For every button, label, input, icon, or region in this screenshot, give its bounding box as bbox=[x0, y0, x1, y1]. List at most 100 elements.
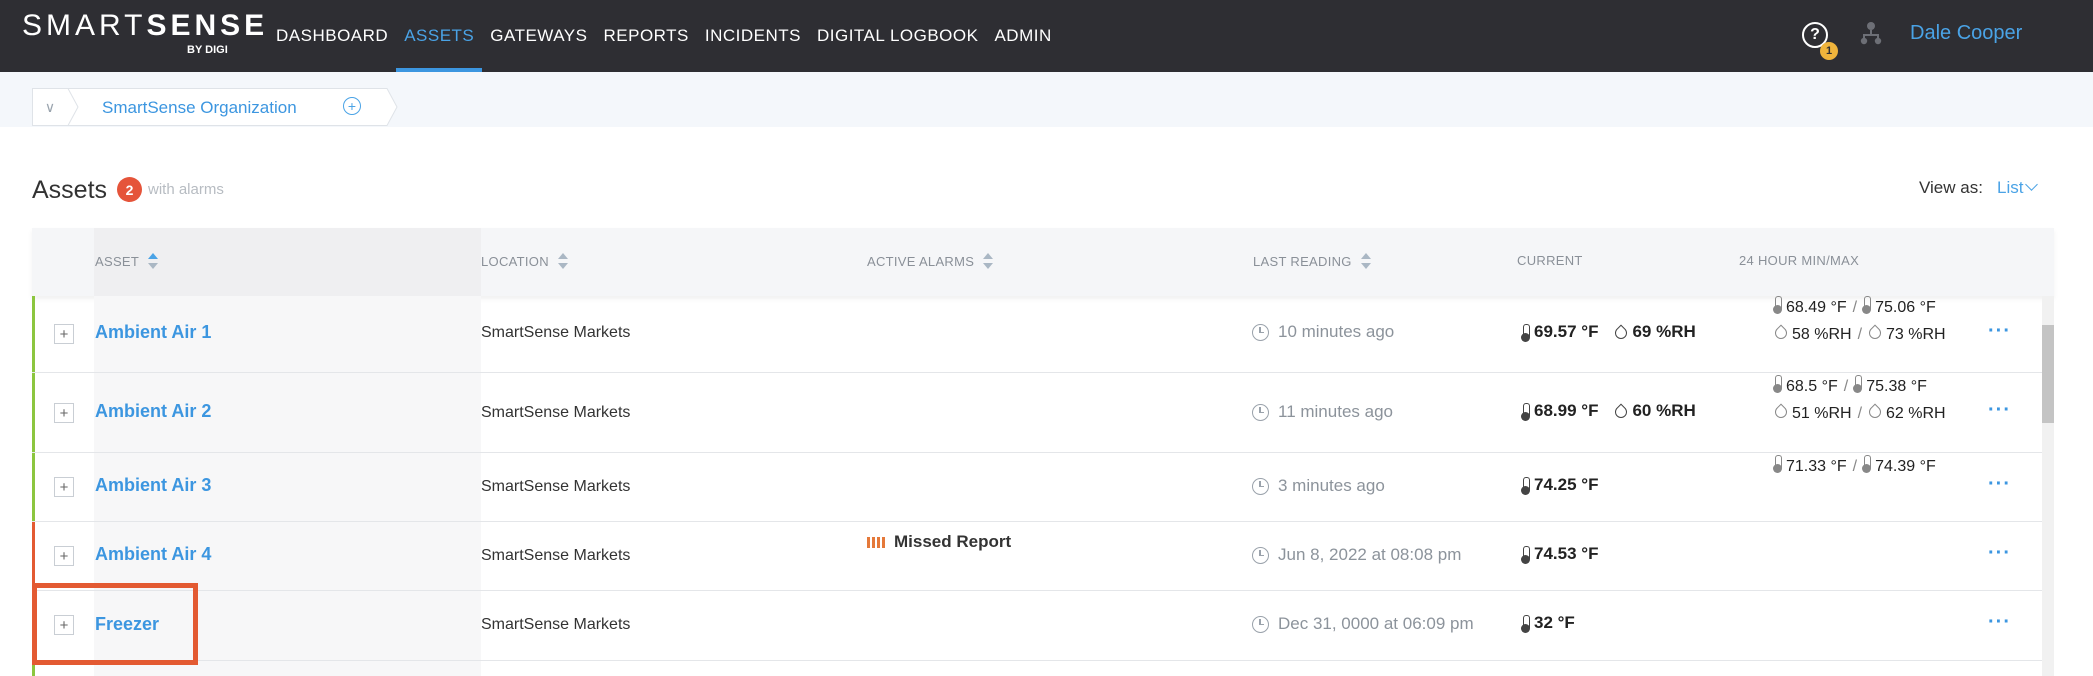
humidity-icon bbox=[1774, 404, 1786, 418]
status-stripe bbox=[32, 453, 35, 521]
last-reading: Jun 8, 2022 at 08:08 pm bbox=[1252, 545, 1461, 565]
thermometer-icon bbox=[1521, 615, 1530, 633]
view-as-value: List bbox=[1997, 178, 2024, 197]
nav-digital-logbook[interactable]: DIGITAL LOGBOOK bbox=[809, 0, 986, 72]
nav-dashboard[interactable]: DASHBOARD bbox=[268, 0, 396, 72]
current-humidity: 60 %RH bbox=[1632, 401, 1696, 420]
column-label: 24 HOUR MIN/MAX bbox=[1739, 253, 1860, 268]
current-reading: 74.53 °F bbox=[1521, 544, 1598, 564]
nav-incidents[interactable]: INCIDENTS bbox=[697, 0, 809, 72]
sort-icon bbox=[1360, 253, 1371, 269]
expand-row-button[interactable]: + bbox=[54, 324, 74, 344]
thermometer-icon bbox=[1862, 455, 1872, 473]
more-options-icon[interactable]: ··· bbox=[1988, 399, 2011, 422]
asset-location: SmartSense Markets bbox=[481, 547, 631, 564]
column-header-current: CURRENT bbox=[1517, 253, 1583, 268]
more-options-icon[interactable]: ··· bbox=[1988, 611, 2011, 634]
asset-location: SmartSense Markets bbox=[481, 404, 631, 421]
last-reading-text: 10 minutes ago bbox=[1278, 322, 1395, 341]
breadcrumb-collapse-icon[interactable]: ∨ bbox=[32, 88, 68, 126]
more-options-icon[interactable]: ··· bbox=[1988, 542, 2011, 565]
breadcrumb: ∨ SmartSense Organization + bbox=[32, 88, 398, 126]
breadcrumb-organization[interactable]: SmartSense Organization bbox=[102, 98, 297, 118]
column-header-active-alarms[interactable]: ACTIVE ALARMS bbox=[867, 253, 994, 269]
current-reading: 32 °F bbox=[1521, 613, 1575, 633]
min-temp: 68.49 °F bbox=[1786, 299, 1847, 316]
humidity-icon bbox=[1614, 404, 1626, 418]
user-menu[interactable]: Dale Cooper bbox=[1910, 22, 2022, 45]
current-temp: 68.99 °F bbox=[1534, 401, 1599, 420]
last-reading-text: Dec 31, 0000 at 06:09 pm bbox=[1278, 614, 1474, 633]
chevron-down-icon bbox=[2025, 178, 2039, 191]
max-humidity: 62 %RH bbox=[1886, 405, 1946, 422]
add-location-icon[interactable]: + bbox=[343, 97, 361, 115]
expand-row-button[interactable]: + bbox=[54, 477, 74, 497]
alarm-label: Missed Report bbox=[894, 532, 1012, 551]
minmax-reading: 71.33 °F / 74.39 °F bbox=[1773, 453, 1936, 480]
table-row[interactable]: + Ambient Air 2 SmartSense Markets 11 mi… bbox=[32, 373, 2042, 453]
table-row[interactable]: + Freezer SmartSense Markets Dec 31, 000… bbox=[32, 591, 2042, 661]
column-header-location[interactable]: LOCATION bbox=[481, 253, 568, 269]
column-label: ASSET bbox=[95, 253, 140, 269]
current-reading: 69.57 °F 69 %RH bbox=[1521, 322, 1696, 342]
asset-link[interactable]: Ambient Air 4 bbox=[95, 544, 211, 565]
min-humidity: 58 %RH bbox=[1792, 326, 1852, 343]
asset-link[interactable]: Ambient Air 1 bbox=[95, 322, 211, 343]
table-row[interactable]: + Ambient Air 4 SmartSense Markets Misse… bbox=[32, 522, 2042, 591]
current-reading: 74.25 °F bbox=[1521, 475, 1599, 495]
nav-gateways[interactable]: GATEWAYS bbox=[482, 0, 595, 72]
minmax-humidity: 51 %RH / 62 %RH bbox=[1774, 400, 1946, 427]
nav-admin[interactable]: ADMIN bbox=[986, 0, 1059, 72]
thermometer-icon bbox=[1521, 477, 1530, 495]
logo-digi: DIGI bbox=[205, 44, 228, 56]
scrollbar-thumb[interactable] bbox=[2042, 325, 2054, 423]
clock-icon bbox=[1252, 323, 1269, 341]
asset-link[interactable]: Ambient Air 2 bbox=[95, 401, 211, 422]
expand-row-button[interactable]: + bbox=[54, 546, 74, 566]
thermometer-icon bbox=[1521, 324, 1530, 342]
nav-reports[interactable]: REPORTS bbox=[595, 0, 696, 72]
view-as-dropdown[interactable]: List bbox=[1997, 178, 2039, 198]
current-temp: 69.57 °F bbox=[1534, 322, 1599, 341]
column-label: LOCATION bbox=[481, 253, 549, 269]
sort-icon bbox=[557, 253, 568, 269]
table-row[interactable] bbox=[32, 661, 2042, 676]
humidity-icon bbox=[1614, 325, 1626, 339]
current-temp: 74.25 °F bbox=[1534, 475, 1599, 494]
more-options-icon[interactable]: ··· bbox=[1988, 473, 2011, 496]
minmax-reading: 68.49 °F/75.06 °F 58 %RH/73 %RH bbox=[1773, 294, 1946, 348]
column-header-minmax: 24 HOUR MIN/MAX bbox=[1739, 253, 1859, 268]
thermometer-icon bbox=[1862, 296, 1872, 314]
separator: / bbox=[1857, 405, 1863, 422]
thermometer-icon bbox=[1773, 375, 1782, 393]
minmax-temp: 68.5 °F / 75.38 °F bbox=[1773, 373, 1946, 400]
current-humidity: 69 %RH bbox=[1632, 322, 1696, 341]
status-stripe bbox=[32, 373, 35, 452]
active-alarm[interactable]: Missed Report bbox=[867, 532, 1011, 552]
logo-smart: SMART bbox=[22, 9, 147, 42]
alarm-count-label: with alarms bbox=[148, 181, 224, 198]
status-stripe bbox=[32, 522, 35, 590]
smartsense-logo[interactable]: SMARTSENSE BY DIGI bbox=[22, 9, 268, 57]
org-hierarchy-icon[interactable] bbox=[1858, 20, 1884, 46]
notification-badge: 1 bbox=[1820, 42, 1838, 60]
minmax-temp: 71.33 °F / 74.39 °F bbox=[1773, 453, 1936, 480]
min-temp: 68.5 °F bbox=[1786, 378, 1838, 395]
table-row[interactable]: + Ambient Air 1 SmartSense Markets 10 mi… bbox=[32, 296, 2042, 373]
humidity-icon bbox=[1774, 325, 1786, 339]
table-row[interactable]: + Ambient Air 3 SmartSense Markets 3 min… bbox=[32, 453, 2042, 522]
clock-icon bbox=[1252, 477, 1269, 495]
max-humidity: 73 %RH bbox=[1886, 326, 1946, 343]
more-options-icon[interactable]: ··· bbox=[1988, 320, 2011, 343]
humidity-icon bbox=[1868, 325, 1880, 339]
column-label: LAST READING bbox=[1253, 253, 1352, 269]
status-stripe bbox=[32, 296, 35, 372]
last-reading: 11 minutes ago bbox=[1252, 402, 1393, 422]
page-title: Assets bbox=[32, 176, 108, 204]
last-reading-text: Jun 8, 2022 at 08:08 pm bbox=[1278, 545, 1462, 564]
column-header-asset[interactable]: ASSET bbox=[95, 253, 159, 269]
nav-assets[interactable]: ASSETS bbox=[396, 0, 483, 72]
expand-row-button[interactable]: + bbox=[54, 403, 74, 423]
asset-link[interactable]: Ambient Air 3 bbox=[95, 475, 211, 496]
column-header-last-reading[interactable]: LAST READING bbox=[1253, 253, 1371, 269]
